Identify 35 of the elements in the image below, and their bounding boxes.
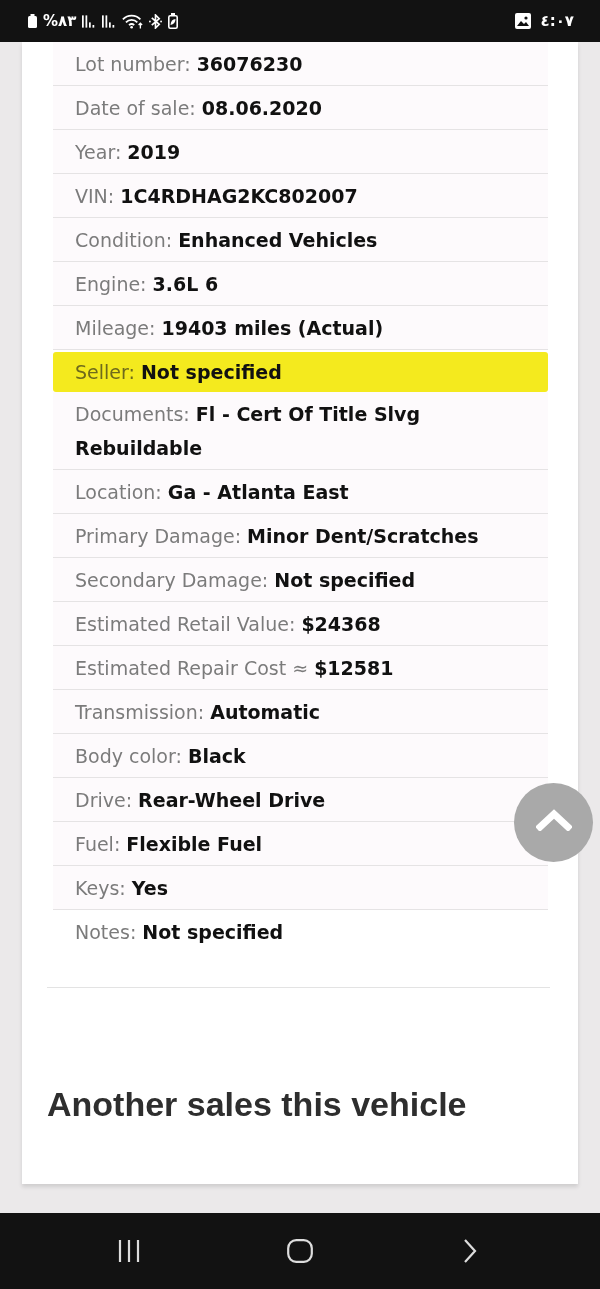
clock-time: ٤:٠٧ xyxy=(540,12,574,30)
detail-text: Fuel: Flexible Fuel xyxy=(75,833,263,855)
signal-icon xyxy=(102,14,117,28)
chevron-up-icon xyxy=(535,808,572,831)
detail-text: Primary Damage: Minor Dent/Scratches xyxy=(75,525,479,547)
bluetooth-icon xyxy=(149,13,163,29)
detail-text: Engine: 3.6L 6 xyxy=(75,273,219,295)
image-icon xyxy=(514,13,531,29)
detail-text: Year: 2019 xyxy=(75,141,181,163)
detail-text: Body color: Black xyxy=(75,745,246,767)
detail-text: Estimated Retail Value: $24368 xyxy=(75,613,381,635)
home-button[interactable] xyxy=(286,1239,313,1263)
battery-icon xyxy=(28,14,37,28)
detail-text: Condition: Enhanced Vehicles xyxy=(75,229,378,251)
rounded-square-icon xyxy=(286,1239,313,1263)
detail-text: Secondary Damage: Not specified xyxy=(75,569,416,591)
detail-text: Location: Ga - Atlanta East xyxy=(75,481,349,503)
detail-text: Documents: Fl - Cert Of Title Slvg Rebuildable xyxy=(75,403,421,459)
wifi-icon xyxy=(122,13,144,29)
detail-text: Lot number: 36076230 xyxy=(75,53,303,75)
detail-text: Seller: Not specified xyxy=(75,361,282,383)
detail-text: VIN: 1C4RDHAG2KC802007 xyxy=(75,185,358,207)
three-bars-icon xyxy=(116,1239,142,1263)
battery-leaf-icon xyxy=(168,13,179,29)
recent-apps-button[interactable] xyxy=(116,1239,142,1263)
signal-icon xyxy=(82,14,97,28)
detail-text: Mileage: 19403 miles (Actual) xyxy=(75,317,384,339)
detail-text: Estimated Repair Cost ≈ $12581 xyxy=(75,657,394,679)
section-heading: Another sales this vehicle xyxy=(47,1084,468,1124)
detail-text: Keys: Yes xyxy=(75,877,168,899)
detail-text: Date of sale: 08.06.2020 xyxy=(75,97,322,119)
detail-text: Transmission: Automatic xyxy=(75,701,321,723)
battery-percentage: %٨٣ xyxy=(43,12,77,30)
detail-text: Drive: Rear-Wheel Drive xyxy=(75,789,326,811)
detail-text: Notes: Not specified xyxy=(75,921,284,943)
